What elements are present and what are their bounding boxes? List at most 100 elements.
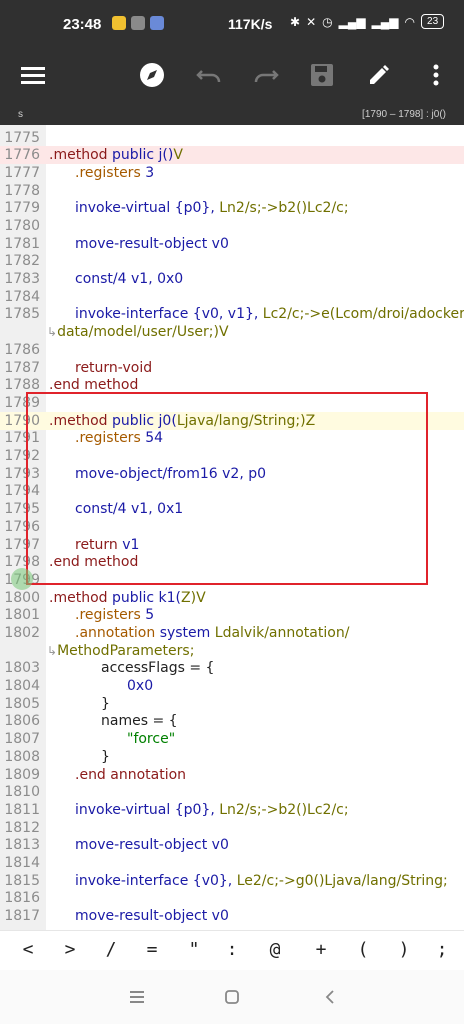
symbol-key[interactable]: ) [389, 939, 419, 960]
back-icon[interactable] [318, 987, 342, 1007]
code-token: 5 [145, 607, 155, 623]
symbol-key[interactable]: ( [348, 939, 378, 960]
code-token: } [101, 749, 110, 765]
notification-icons [112, 16, 164, 30]
save-icon[interactable] [307, 60, 337, 90]
line-number: 1780 [4, 218, 40, 234]
wrap-icon: ↳ [47, 325, 58, 339]
more-icon[interactable] [421, 60, 451, 90]
status-bar: 23:48 117K/s ✱ ✕ ◷ ▂▄▆ ▂▄▆ ◠ 23 [0, 0, 464, 44]
line-number: 1776 [4, 147, 40, 163]
file-tab[interactable]: s [18, 109, 23, 120]
code-token: j() [158, 147, 174, 163]
line-number: 1808 [4, 749, 40, 765]
code-token: accessFlags [101, 660, 185, 676]
code-line: 1787 return-void [0, 359, 464, 377]
code-token: .end [49, 377, 80, 393]
code-token: .method [49, 590, 108, 606]
code-token: )V [190, 590, 206, 606]
touch-indicator [11, 568, 33, 590]
line-number: 1803 [4, 660, 40, 676]
code-token: public [111, 147, 155, 163]
line-number: 1813 [4, 837, 40, 853]
line-number: 1782 [4, 253, 40, 269]
code-line: 1809 .end annotation [0, 766, 464, 784]
code-line: 1814 [0, 854, 464, 872]
code-token: 0x0 [157, 271, 184, 287]
symbol-key[interactable]: > [55, 939, 85, 960]
redo-icon[interactable] [251, 60, 281, 90]
symbol-key[interactable]: " [179, 939, 209, 960]
home-icon[interactable] [220, 987, 244, 1007]
code-token: 3 [145, 165, 155, 181]
code-line: 1775 [0, 129, 464, 147]
recents-icon[interactable] [125, 987, 149, 1007]
code-token: v0 [211, 908, 229, 924]
app-notification-icon [150, 16, 164, 30]
line-number: 1811 [4, 802, 40, 818]
bluetooth-icon: ✱ [290, 14, 301, 29]
code-token: move-result-object [75, 837, 208, 853]
code-line: 1812 [0, 819, 464, 837]
code-token: data/model/user/User;)V [57, 324, 229, 340]
symbol-key[interactable]: < [13, 939, 43, 960]
code-token: Lc2/c;->e(Lcom/droi/adocker/ [262, 306, 464, 322]
signal-icon: ▂▄▆ [338, 14, 366, 29]
line-number: 1783 [4, 271, 40, 287]
code-token: move-result-object [75, 236, 208, 252]
code-token: v0 [211, 837, 229, 853]
mute-icon: ✕ [306, 14, 317, 29]
code-line: 1777 .registers 3 [0, 164, 464, 182]
line-number: 1784 [4, 289, 40, 305]
code-line: 1782 [0, 252, 464, 270]
app-notification-icon [112, 16, 126, 30]
code-token: names [101, 713, 148, 729]
code-line: 1785 invoke-interface {v0, v1}, Lc2/c;->… [0, 305, 464, 323]
code-line: 1816 [0, 889, 464, 907]
symbol-key[interactable]: = [137, 939, 167, 960]
code-token: Le2/c;->g0()Ljava/lang/String; [236, 873, 448, 889]
code-line: 1779 invoke-virtual {p0}, Ln2/s;->b2()Lc… [0, 199, 464, 217]
code-line-wrap: ↳MethodParameters; [0, 642, 464, 660]
line-number: 1816 [4, 890, 40, 906]
code-token: invoke-virtual [75, 200, 171, 216]
line-number: 1786 [4, 342, 40, 358]
code-token: .registers [75, 165, 141, 181]
line-number: 1801 [4, 607, 40, 623]
line-number: 1787 [4, 360, 40, 376]
line-number: 1800 [4, 590, 40, 606]
code-token: .registers [75, 607, 141, 623]
code-line: 1786 [0, 341, 464, 359]
code-line: 1810 [0, 783, 464, 801]
symbol-key[interactable]: @ [260, 939, 290, 960]
symbol-key[interactable]: ; [427, 939, 457, 960]
code-token: {p0}, [174, 802, 215, 818]
code-token: .annotation [75, 625, 156, 641]
symbol-key[interactable]: : [217, 939, 247, 960]
code-line: 1817 move-result-object v0 [0, 907, 464, 925]
signal-icon: ▂▄▆ [371, 14, 399, 29]
code-line: 1783 const/4 v1, 0x0 [0, 270, 464, 288]
undo-icon[interactable] [194, 60, 224, 90]
code-token: const/4 [75, 271, 127, 287]
code-token: invoke-interface [75, 873, 189, 889]
code-token: {p0}, [174, 200, 215, 216]
code-token: v0 [211, 236, 229, 252]
line-number: 1812 [4, 820, 40, 836]
line-number: 1781 [4, 236, 40, 252]
status-time: 23:48 [63, 16, 102, 33]
edit-icon[interactable] [364, 60, 394, 90]
line-number: 1810 [4, 784, 40, 800]
code-line: 1778 [0, 182, 464, 200]
code-line: 1808 } [0, 748, 464, 766]
menu-icon[interactable] [18, 60, 48, 90]
code-line: 1803 accessFlags = { [0, 659, 464, 677]
battery-icon: 23 [421, 14, 445, 29]
symbol-key[interactable]: + [306, 939, 336, 960]
code-token: = { [152, 713, 178, 729]
compass-icon[interactable] [137, 60, 167, 90]
symbol-key[interactable]: / [96, 939, 126, 960]
code-token: Z [181, 590, 191, 606]
network-speed: 117K/s [228, 16, 273, 32]
code-token: v1, [131, 271, 153, 287]
